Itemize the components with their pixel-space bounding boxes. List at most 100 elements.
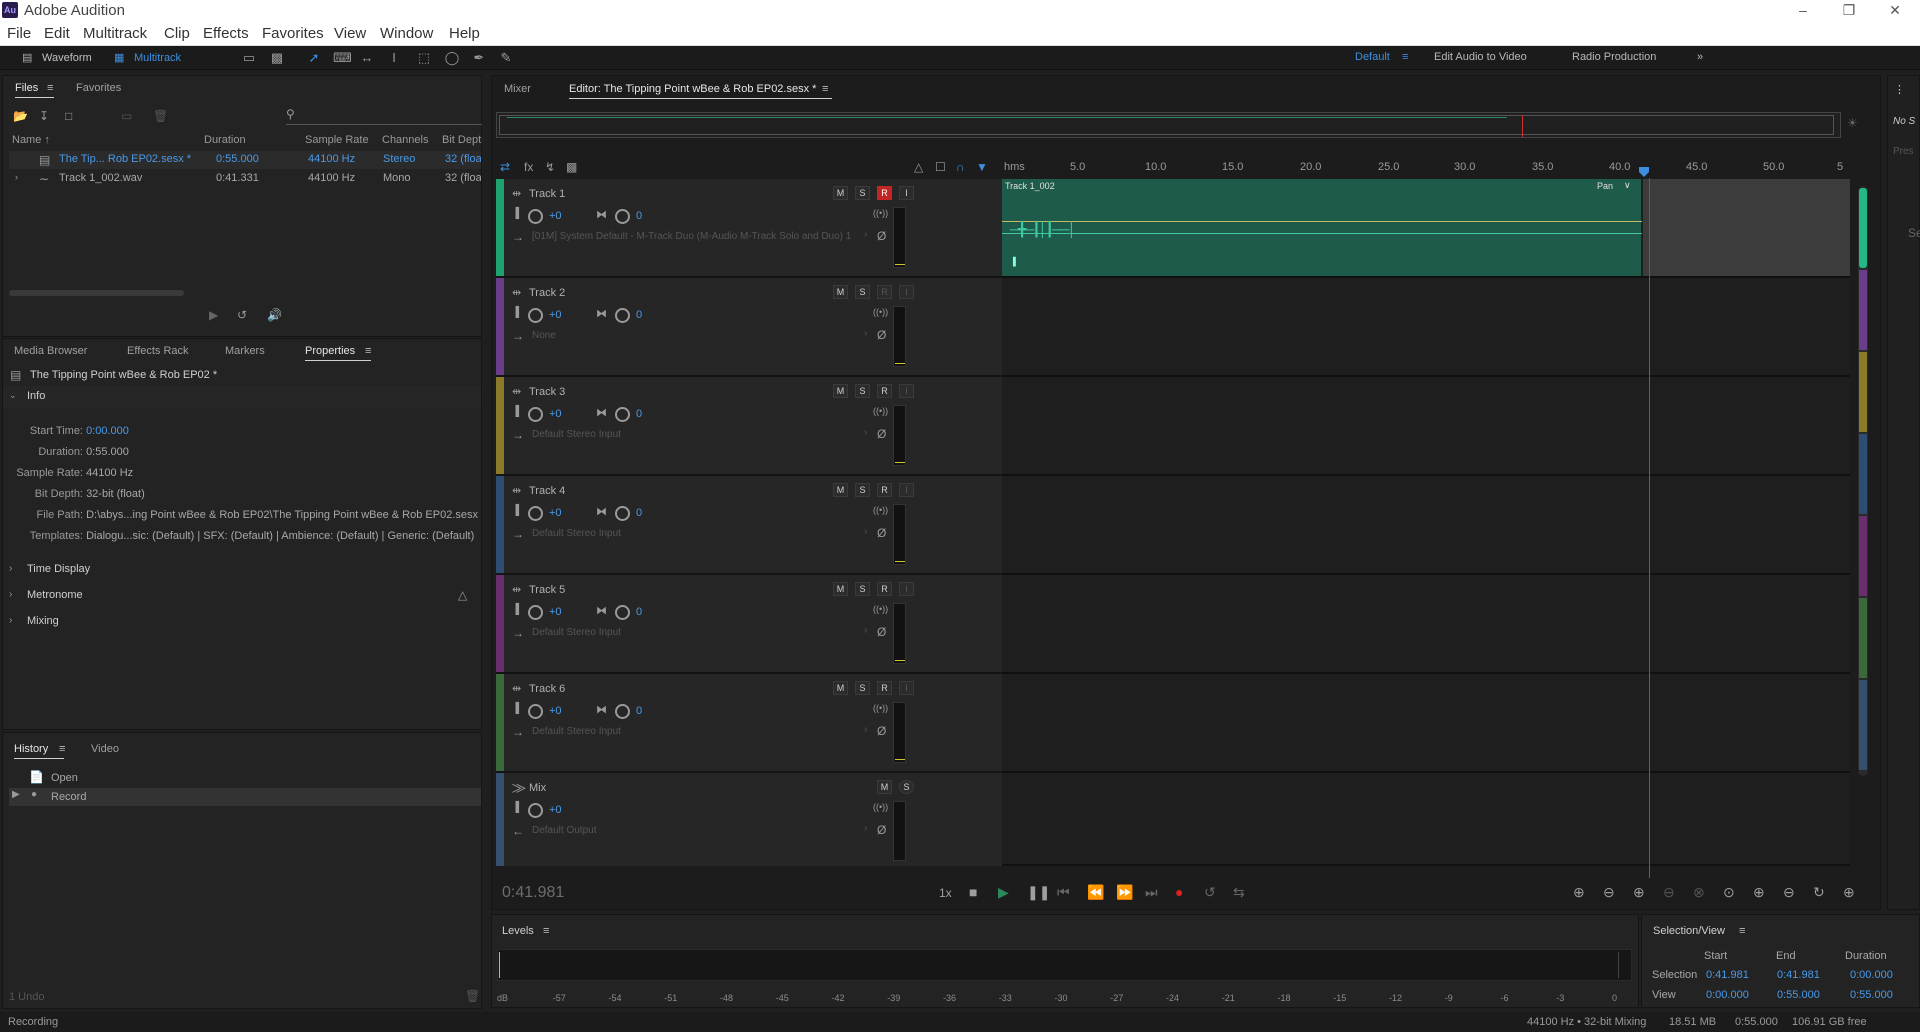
output-selector[interactable]: Default Output bbox=[532, 825, 862, 836]
loop-preview-icon[interactable]: ↺ bbox=[237, 308, 247, 322]
pan-value[interactable]: 0 bbox=[636, 309, 642, 321]
pan-knob[interactable] bbox=[615, 506, 630, 521]
go-to-start-icon[interactable]: ⏮ bbox=[1057, 884, 1070, 901]
more-workspaces-icon[interactable]: » bbox=[1697, 51, 1703, 63]
tab-editor[interactable]: Editor: The Tipping Point wBee & Rob EP0… bbox=[569, 83, 833, 99]
input-selector[interactable]: [01M] System Default - M-Track Duo (M-Au… bbox=[532, 231, 862, 242]
tab-files[interactable]: Files bbox=[15, 82, 55, 98]
phase-invert-icon[interactable]: Ø bbox=[877, 427, 886, 441]
loop-icon[interactable]: ↺ bbox=[1204, 884, 1216, 901]
healing-tool-icon[interactable]: ✎ bbox=[497, 49, 515, 67]
menu-clip[interactable]: Clip bbox=[164, 25, 190, 42]
record-arm-button[interactable]: R bbox=[877, 681, 892, 695]
pan-knob[interactable] bbox=[615, 605, 630, 620]
volume-value[interactable]: +0 bbox=[549, 804, 562, 816]
metronome-icon[interactable]: △ bbox=[458, 588, 467, 602]
volume-knob[interactable] bbox=[528, 506, 543, 521]
metronome-toggle-icon[interactable]: △ bbox=[914, 160, 923, 174]
input-selector[interactable]: Default Stereo Input bbox=[532, 627, 862, 638]
phase-invert-icon[interactable]: Ø bbox=[877, 724, 886, 738]
volume-knob[interactable] bbox=[528, 704, 543, 719]
go-to-end-icon[interactable]: ⏭ bbox=[1145, 884, 1158, 901]
zoom-full-icon[interactable]: ⊗ bbox=[1693, 884, 1705, 901]
mono-stereo-icon[interactable]: ((•)) bbox=[873, 604, 888, 614]
history-menu-icon[interactable]: ≡ bbox=[59, 743, 65, 755]
zoom-out-amplitude-icon[interactable]: ⊖ bbox=[1603, 884, 1615, 901]
mute-button[interactable]: M bbox=[833, 582, 848, 596]
playback-speed[interactable]: 1x bbox=[939, 886, 952, 900]
zoom-reset-icon[interactable]: ↻ bbox=[1813, 884, 1825, 901]
workspace-default[interactable]: Default bbox=[1355, 51, 1390, 63]
monitor-input-button[interactable]: I bbox=[899, 285, 914, 299]
spectral-icon[interactable]: ▭ bbox=[240, 49, 258, 67]
pan-knob[interactable] bbox=[615, 704, 630, 719]
volume-knob[interactable] bbox=[528, 605, 543, 620]
dropdown-chevron-icon[interactable]: › bbox=[864, 427, 867, 438]
col-channels[interactable]: Channels bbox=[382, 134, 428, 146]
zoom-selection-icon[interactable]: ⊙ bbox=[1723, 884, 1735, 901]
menu-effects[interactable]: Effects bbox=[203, 25, 249, 42]
move-tool-icon[interactable]: ➚ bbox=[305, 49, 323, 67]
mono-stereo-icon[interactable]: ((•)) bbox=[873, 703, 888, 713]
track-lane[interactable] bbox=[1002, 575, 1850, 674]
volume-envelope[interactable] bbox=[1002, 221, 1642, 222]
volume-value[interactable]: +0 bbox=[549, 606, 562, 618]
tab-effects-rack[interactable]: Effects Rack bbox=[127, 345, 189, 357]
pan-envelope[interactable] bbox=[1002, 233, 1642, 234]
more-options-icon[interactable]: ⋮ bbox=[1894, 83, 1905, 96]
mute-button[interactable]: M bbox=[833, 186, 848, 200]
timeline-ruler[interactable]: hms 5.0 10.0 15.0 20.0 25.0 30.0 35.0 40… bbox=[1002, 158, 1850, 178]
volume-knob[interactable] bbox=[528, 803, 543, 818]
record-arm-button[interactable]: R bbox=[877, 483, 892, 497]
import-icon[interactable]: ↧ bbox=[39, 109, 49, 123]
files-search-field[interactable]: ⚲ bbox=[286, 107, 482, 125]
volume-value[interactable]: +0 bbox=[549, 210, 562, 222]
menu-favorites[interactable]: Favorites bbox=[262, 25, 324, 42]
col-sample-rate[interactable]: Sample Rate bbox=[305, 134, 369, 146]
maximize-icon[interactable]: ❐ bbox=[1826, 0, 1872, 22]
selection-end[interactable]: 0:41.981 bbox=[1777, 969, 1820, 981]
dropdown-chevron-icon[interactable]: › bbox=[864, 328, 867, 339]
lasso-tool-icon[interactable]: ◯ bbox=[443, 49, 461, 67]
record-arm-button[interactable]: R bbox=[877, 582, 892, 596]
swap-icon[interactable]: ⇄ bbox=[500, 160, 510, 174]
move-track-icon[interactable]: ⇹ bbox=[512, 682, 521, 695]
volume-value[interactable]: +0 bbox=[549, 309, 562, 321]
brush-tool-icon[interactable]: ✒ bbox=[470, 49, 488, 67]
mute-button[interactable]: M bbox=[833, 285, 848, 299]
pan-value[interactable]: 0 bbox=[636, 606, 642, 618]
info-section-header[interactable]: ⌄ Info bbox=[3, 386, 481, 408]
track-lane[interactable] bbox=[1002, 476, 1850, 575]
pause-icon[interactable]: ❚❚ bbox=[1027, 884, 1050, 901]
selection-menu-icon[interactable]: ≡ bbox=[1739, 925, 1745, 937]
workspace-radio-production[interactable]: Radio Production bbox=[1572, 51, 1656, 63]
input-selector[interactable]: Default Stereo Input bbox=[532, 429, 862, 440]
record-icon[interactable]: ● bbox=[1175, 884, 1183, 900]
input-selector[interactable]: None bbox=[532, 330, 862, 341]
track-lane[interactable] bbox=[1002, 674, 1850, 773]
menu-view[interactable]: View bbox=[334, 25, 366, 42]
input-selector[interactable]: Default Stereo Input bbox=[532, 726, 862, 737]
phase-invert-icon[interactable]: Ø bbox=[877, 526, 886, 540]
track-lane[interactable] bbox=[1002, 377, 1850, 476]
tab-markers[interactable]: Markers bbox=[225, 345, 265, 357]
monitor-input-button[interactable]: I bbox=[899, 681, 914, 695]
track-name[interactable]: Track 3 bbox=[529, 386, 565, 398]
dropdown-chevron-icon[interactable]: › bbox=[864, 526, 867, 537]
pan-value[interactable]: 0 bbox=[636, 408, 642, 420]
monitor-input-button[interactable]: I bbox=[899, 384, 914, 398]
tab-history[interactable]: History bbox=[14, 743, 65, 759]
zoom-tracks-icon[interactable]: ⊕ bbox=[1843, 884, 1855, 901]
record-arm-button[interactable]: R bbox=[877, 384, 892, 398]
mono-stereo-icon[interactable]: ((•)) bbox=[873, 802, 888, 812]
volume-value[interactable]: +0 bbox=[549, 408, 562, 420]
menu-multitrack[interactable]: Multitrack bbox=[83, 25, 147, 42]
zoom-navigator[interactable] bbox=[496, 112, 1841, 138]
track-name[interactable]: Track 2 bbox=[529, 287, 565, 299]
fast-forward-icon[interactable]: ⏩ bbox=[1116, 884, 1133, 901]
solo-button[interactable]: S bbox=[855, 582, 870, 596]
pan-value[interactable]: 0 bbox=[636, 705, 642, 717]
autoplay-icon[interactable]: 🔊 bbox=[267, 308, 282, 322]
mute-button[interactable]: M bbox=[877, 780, 892, 794]
solo-button[interactable]: S bbox=[855, 186, 870, 200]
